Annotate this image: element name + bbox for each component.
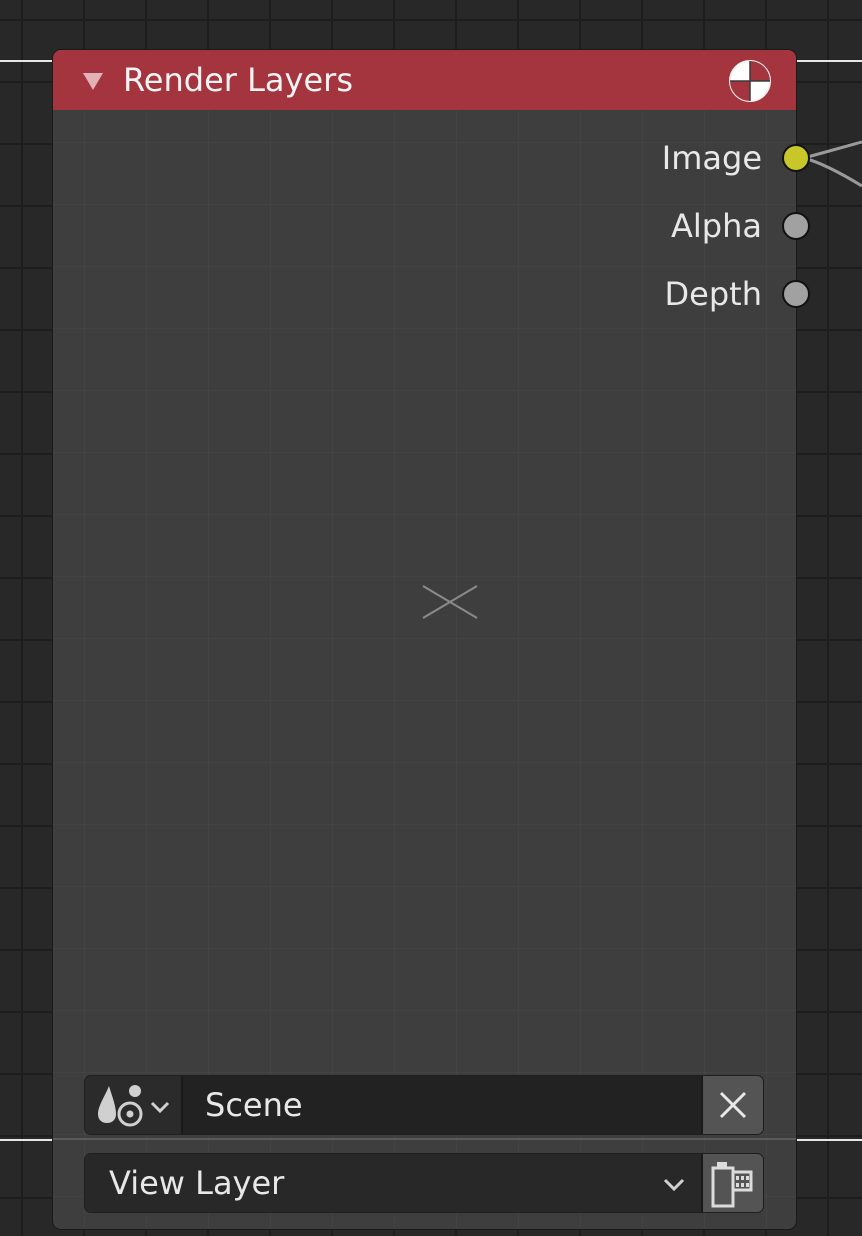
scene-name-field[interactable]: Scene [183, 1076, 703, 1134]
output-depth-label: Depth [664, 275, 762, 313]
render-result-icon[interactable] [727, 58, 773, 104]
view-layer-dropdown[interactable]: View Layer [85, 1154, 701, 1212]
output-image-socket[interactable] [782, 144, 810, 172]
node-header[interactable]: Render Layers [53, 50, 796, 110]
output-alpha-socket[interactable] [782, 212, 810, 240]
triangle-down-icon[interactable] [81, 70, 105, 92]
view-layer-icon [711, 1162, 753, 1208]
divider [53, 1138, 796, 1140]
node-title: Render Layers [123, 61, 353, 99]
render-layers-node[interactable]: Render Layers Image Alpha Depth Scene Vi… [53, 50, 810, 1229]
close-icon [719, 1091, 747, 1119]
output-alpha-label: Alpha [671, 207, 762, 245]
output-depth-socket[interactable] [782, 280, 810, 308]
chevron-down-icon [663, 1178, 685, 1192]
view-layer-label: View Layer [109, 1164, 285, 1202]
preview-placeholder-x-icon [422, 585, 478, 619]
output-image-label: Image [661, 139, 762, 177]
scene-icon [98, 1085, 170, 1127]
scene-selector: Scene [85, 1076, 763, 1134]
scene-clear-button[interactable] [701, 1076, 763, 1134]
view-layer-selector: View Layer [85, 1154, 763, 1212]
view-layer-button[interactable] [701, 1154, 763, 1212]
scene-browse-button[interactable] [85, 1076, 183, 1134]
